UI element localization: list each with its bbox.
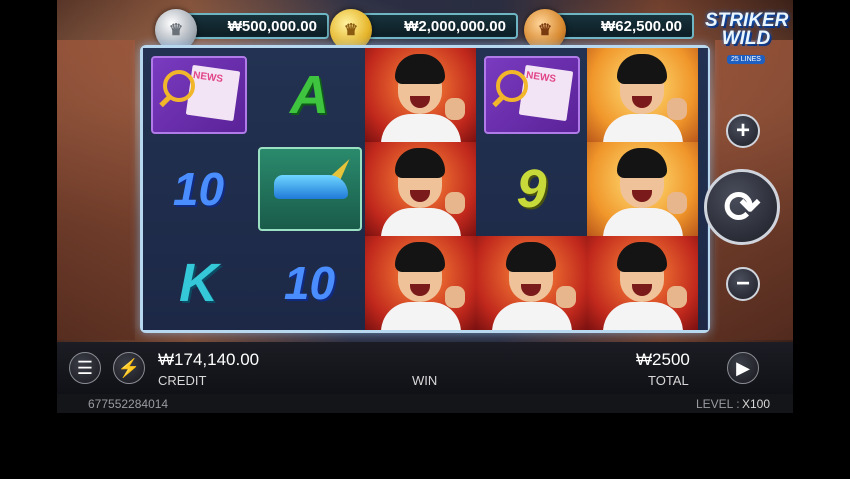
logo-tagline: 25 LINES (727, 55, 765, 64)
reel-2: A 10 (254, 48, 366, 330)
jackpot-silver-amount: ₩500,000.00 (179, 13, 329, 39)
menu-button[interactable]: ☰ (69, 352, 101, 384)
fist (667, 192, 687, 214)
jackpot-bronze: ₩62,500.00 ♛ (524, 9, 696, 41)
boot-icon (274, 175, 348, 199)
locker-left (57, 40, 135, 340)
magnifier-handle (159, 94, 172, 107)
credit-label: CREDIT (158, 373, 206, 388)
reel-4: NEWS 9 (476, 48, 588, 330)
reel-cell (365, 142, 476, 236)
hair (617, 54, 667, 84)
player-wild-symbol (587, 236, 698, 330)
reel-5 (587, 48, 708, 330)
hair (395, 148, 445, 178)
fist (445, 286, 465, 308)
golden-boot-symbol (258, 147, 362, 231)
reel-cell (365, 236, 476, 330)
turbo-button[interactable]: ⚡ (113, 352, 145, 384)
reel-cell (587, 236, 698, 330)
reel-cell: A (254, 48, 365, 142)
jackpot-gold: ₩2,000,000.00 ♛ (330, 9, 520, 41)
fist (445, 98, 465, 120)
player-wild-symbol (365, 48, 476, 142)
level-label: LEVEL : (696, 397, 740, 411)
reels-frame: NEWS 10 K A 10 (140, 45, 710, 333)
player-wild-gold-symbol (587, 142, 698, 236)
credit-value: ₩174,140.00 (158, 350, 259, 370)
symbol-10: 10 (284, 256, 335, 310)
level-value: X100 (742, 397, 770, 411)
session-id: 677552284014 (88, 397, 168, 411)
lightning-icon: ⚡ (118, 358, 140, 379)
news-scatter-symbol: NEWS (151, 56, 247, 134)
jackpot-bronze-amount: ₩62,500.00 (548, 13, 694, 39)
player-wild-gold-symbol (587, 48, 698, 142)
spin-button[interactable]: ⟳ (704, 169, 780, 245)
symbol-9: 9 (516, 158, 546, 220)
reel-cell: 10 (143, 142, 254, 236)
fist (667, 98, 687, 120)
win-label: WIN (412, 373, 437, 388)
reel-cell (365, 48, 476, 142)
reel-cell (587, 142, 698, 236)
reel-cell (587, 48, 698, 142)
fist (445, 192, 465, 214)
reel-3 (365, 48, 477, 330)
symbol-a: A (290, 64, 329, 126)
fist (556, 286, 576, 308)
decrease-bet-button[interactable]: − (726, 267, 760, 301)
jackpot-silver: ₩500,000.00 ♛ (155, 9, 331, 41)
total-bet-value: ₩2500 (636, 350, 690, 370)
hair (395, 54, 445, 84)
hair (506, 242, 556, 272)
reel-cell (254, 142, 365, 236)
reel-cell: K (143, 236, 254, 330)
hair (395, 242, 445, 272)
info-strip: 677552284014 LEVEL : X100 (57, 394, 793, 413)
fist (667, 286, 687, 308)
hair (617, 242, 667, 272)
reel-cell: 10 (254, 236, 365, 330)
hamburger-icon: ☰ (77, 358, 93, 379)
bottom-bar: ☰ ⚡ ₩174,140.00 CREDIT WIN ₩2500 TOTAL ▶ (57, 342, 793, 394)
logo-line2: WILD (705, 30, 787, 48)
player-wild-symbol (476, 236, 587, 330)
reel-cell (476, 236, 587, 330)
symbol-k: K (179, 252, 218, 314)
game-screen: ₩500,000.00 ♛ ₩2,000,000.00 ♛ ₩62,500.00… (57, 0, 793, 413)
reel-1: NEWS 10 K (143, 48, 255, 330)
hair (617, 148, 667, 178)
reel-cell: 9 (476, 142, 587, 236)
reel-cell: NEWS (143, 48, 254, 142)
refresh-icon: ⟳ (724, 182, 761, 233)
news-scatter-symbol: NEWS (484, 56, 580, 134)
player-wild-symbol (365, 236, 476, 330)
jackpot-gold-amount: ₩2,000,000.00 (354, 13, 518, 39)
reel-cell: NEWS (476, 48, 587, 142)
magnifier-handle (492, 94, 505, 107)
autoplay-button[interactable]: ▶ (727, 352, 759, 384)
increase-bet-button[interactable]: + (726, 114, 760, 148)
play-circle-icon: ▶ (736, 358, 750, 379)
player-wild-symbol (365, 142, 476, 236)
total-label: TOTAL (648, 373, 689, 388)
symbol-10: 10 (173, 162, 224, 216)
game-logo: STRIKER WILD 25 LINES (705, 12, 787, 64)
